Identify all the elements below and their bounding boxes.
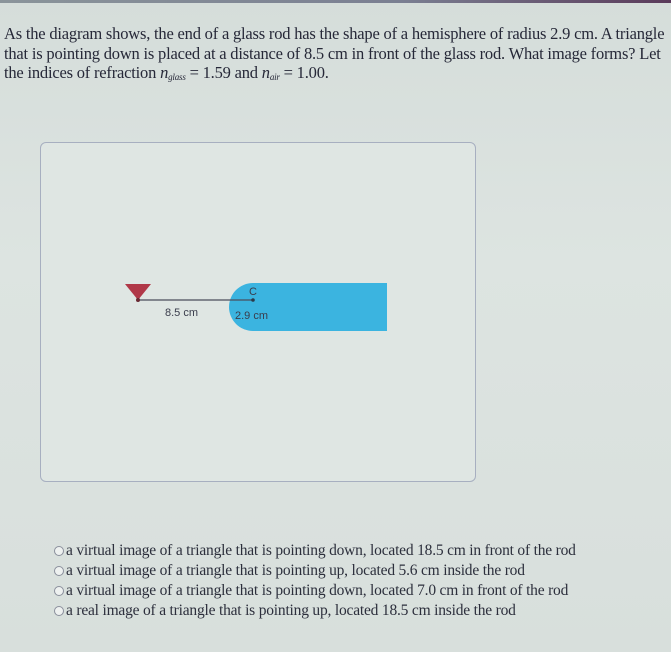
and-text: and [230,63,262,82]
n-glass-symbol: n [160,63,169,82]
n-air-subscript: air [269,72,280,82]
top-bar [0,0,671,3]
answer-option[interactable]: a virtual image of a triangle that is po… [54,561,576,581]
answer-option[interactable]: a virtual image of a triangle that is po… [54,541,576,561]
center-label: C [249,286,257,298]
n-glass-value: = 1.59 [185,63,231,82]
radio-button[interactable] [54,566,64,576]
answer-options: a virtual image of a triangle that is po… [54,541,576,621]
option-label[interactable]: a virtual image of a triangle that is po… [66,562,525,580]
object-triangle [125,284,151,300]
option-label[interactable]: a virtual image of a triangle that is po… [66,582,568,600]
radio-button[interactable] [54,586,64,596]
question-body: As the diagram shows, the end of a glass… [4,24,665,82]
radio-button[interactable] [54,546,64,556]
diagram-svg: C 8.5 cm 2.9 cm [125,283,387,331]
option-label[interactable]: a virtual image of a triangle that is po… [66,542,576,560]
n-air-value: = 1.00. [279,63,329,82]
answer-option[interactable]: a virtual image of a triangle that is po… [54,581,576,601]
object-distance-label: 8.5 cm [165,307,198,319]
n-air-symbol: n [261,63,270,82]
question-text: As the diagram shows, the end of a glass… [4,24,669,88]
diagram-panel: C 8.5 cm 2.9 cm [40,142,476,482]
center-point [251,298,255,302]
radio-button[interactable] [54,606,64,616]
radius-label: 2.9 cm [235,310,268,322]
n-glass-subscript: glass [168,72,186,82]
object-base-dot [136,298,140,302]
option-label[interactable]: a real image of a triangle that is point… [66,602,516,620]
answer-option[interactable]: a real image of a triangle that is point… [54,601,576,621]
